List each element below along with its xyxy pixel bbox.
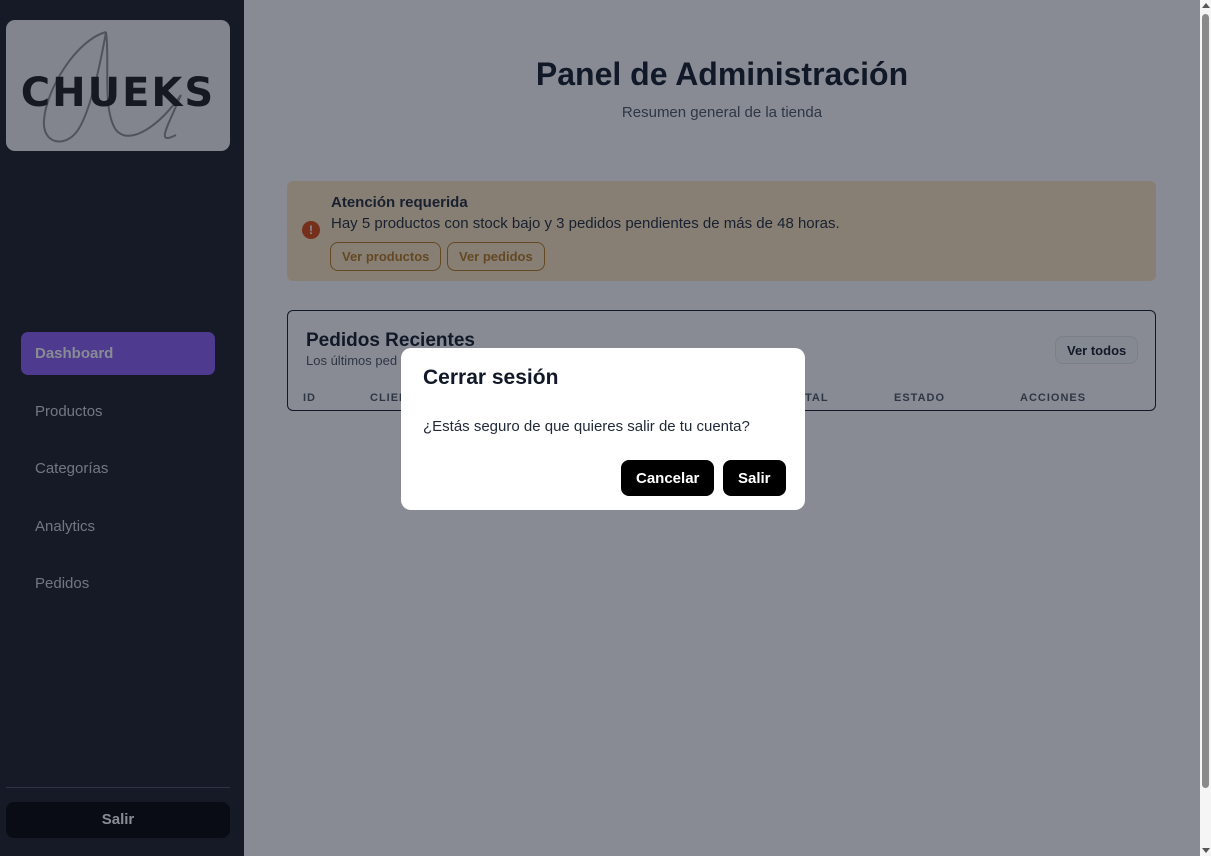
dialog-message: ¿Estás seguro de que quieres salir de tu… (423, 418, 750, 435)
confirm-logout-button[interactable]: Salir (723, 460, 786, 496)
scroll-thumb[interactable] (1202, 14, 1209, 788)
cancel-button[interactable]: Cancelar (621, 460, 715, 496)
page-scrollbar[interactable] (1200, 0, 1211, 856)
logout-confirm-dialog: Cerrar sesión ¿Estás seguro de que quier… (401, 348, 805, 510)
scroll-down-arrow-icon[interactable] (1202, 848, 1210, 853)
dialog-title: Cerrar sesión (423, 366, 559, 389)
scroll-up-arrow-icon[interactable] (1202, 3, 1210, 8)
